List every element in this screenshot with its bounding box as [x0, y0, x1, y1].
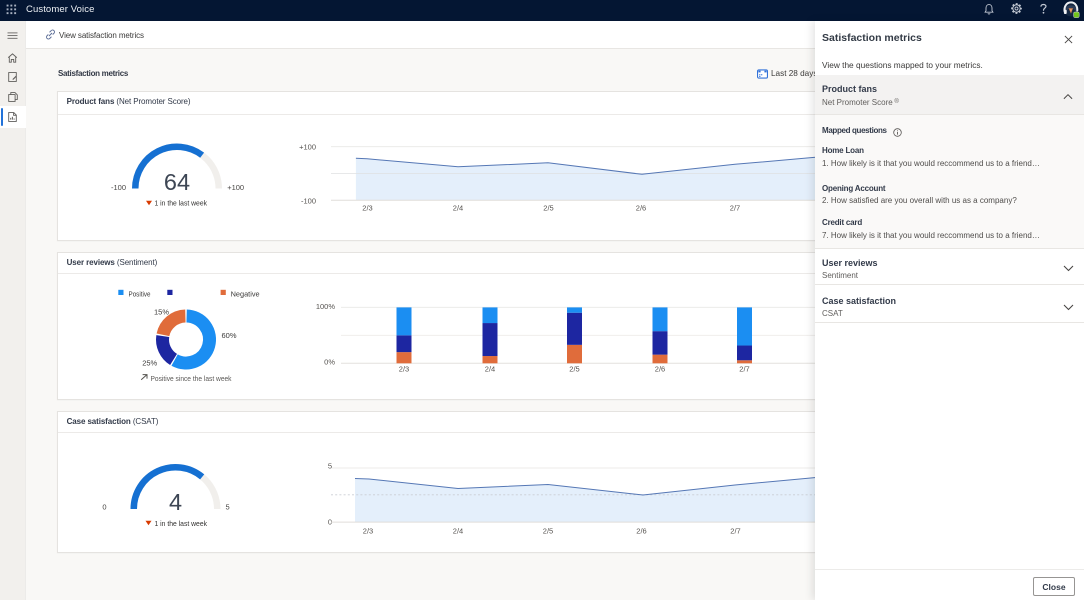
svg-text:-100: -100 — [301, 196, 316, 205]
svg-text:25%: 25% — [142, 358, 157, 367]
svg-text:2/7: 2/7 — [730, 527, 740, 536]
svg-text:2/5: 2/5 — [543, 527, 553, 536]
svg-text:2/5: 2/5 — [543, 203, 553, 212]
svg-text:2/4: 2/4 — [453, 527, 463, 536]
svg-text:5: 5 — [226, 503, 230, 512]
svg-text:2/3: 2/3 — [362, 203, 372, 212]
svg-text:100%: 100% — [316, 302, 336, 311]
svg-text:60%: 60% — [222, 331, 237, 340]
svg-text:0: 0 — [102, 503, 106, 512]
svg-text:+100: +100 — [299, 143, 316, 152]
svg-text:2/6: 2/6 — [655, 365, 665, 374]
svg-text:2/4: 2/4 — [453, 203, 463, 212]
svg-text:Positive: Positive — [129, 290, 151, 299]
svg-text:2/3: 2/3 — [399, 365, 409, 374]
svg-text:1 in the last week: 1 in the last week — [155, 519, 208, 528]
svg-text:1 in the last week: 1 in the last week — [155, 199, 208, 208]
svg-text:2/3: 2/3 — [363, 527, 373, 536]
svg-text:2/7: 2/7 — [739, 365, 749, 374]
svg-text:15%: 15% — [154, 308, 169, 317]
svg-text:Positive since the last week: Positive since the last week — [151, 374, 232, 383]
svg-text:2/4: 2/4 — [485, 365, 495, 374]
svg-text:64: 64 — [164, 169, 190, 195]
svg-text:4: 4 — [169, 489, 182, 515]
svg-text:0%: 0% — [324, 357, 335, 366]
svg-text:2/5: 2/5 — [569, 365, 579, 374]
svg-text:-100: -100 — [111, 183, 126, 192]
svg-text:2/6: 2/6 — [636, 203, 646, 212]
svg-text:+100: +100 — [227, 183, 244, 192]
svg-text:5: 5 — [328, 461, 332, 470]
svg-text:2/7: 2/7 — [730, 203, 740, 212]
svg-text:Negative: Negative — [231, 290, 260, 299]
svg-text:2/6: 2/6 — [636, 527, 646, 536]
